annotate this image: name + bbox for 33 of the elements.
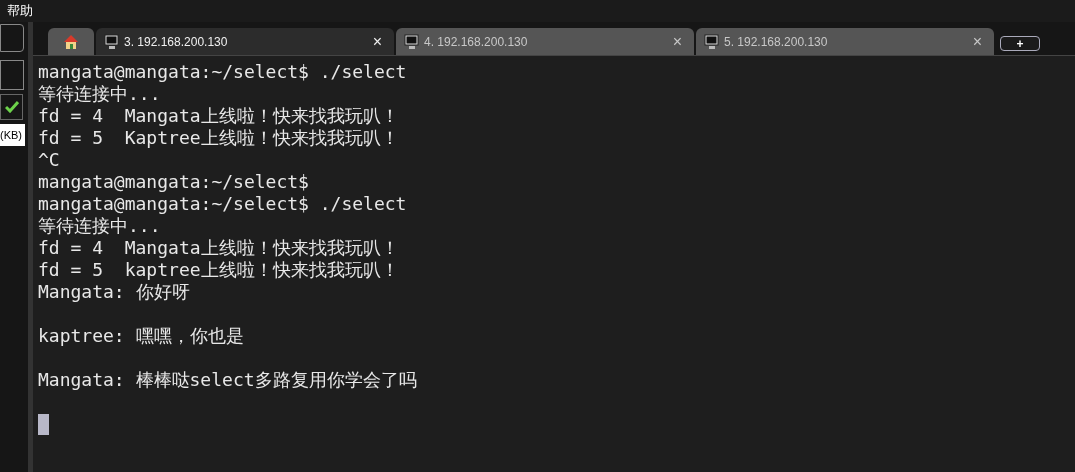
side-box [0, 24, 24, 52]
terminal-line: kaptree: 嘿嘿，你也是 [38, 325, 245, 347]
terminal-line: mangata@mangata:~/select$ [38, 171, 310, 193]
terminal-line: fd = 4 Mangata上线啦！快来找我玩叭！ [38, 237, 400, 259]
terminal-line: fd = 5 Kaptree上线啦！快来找我玩叭！ [38, 127, 400, 149]
terminal-monitor-icon [104, 33, 120, 50]
terminal-line: mangata@mangata:~/select$ ./select [38, 61, 408, 83]
terminal-line: Mangata: 棒棒哒select多路复用你学会了吗 [38, 369, 418, 391]
terminal-line: ^C [38, 149, 61, 171]
tab-close-button[interactable]: × [368, 33, 386, 50]
session-tab[interactable]: 3. 192.168.200.130 × [96, 28, 394, 55]
terminal-monitor-icon [704, 33, 720, 50]
terminal-monitor-icon [404, 33, 420, 50]
tab-title: 3. 192.168.200.130 [124, 33, 228, 51]
tab-title: 4. 192.168.200.130 [424, 33, 528, 51]
terminal-line: Mangata: 你好呀 [38, 281, 191, 303]
tab-title: 5. 192.168.200.130 [724, 33, 828, 51]
house-icon [63, 33, 79, 50]
new-tab-button[interactable]: + [1000, 36, 1040, 51]
session-tab[interactable]: 5. 192.168.200.130 × [696, 28, 994, 55]
home-tab[interactable] [48, 28, 94, 55]
terminal-line: fd = 4 Mangata上线啦！快来找我玩叭！ [38, 105, 400, 127]
text-cursor [38, 413, 49, 435]
size-label: (KB) [0, 124, 25, 146]
tab-close-button[interactable]: × [668, 33, 686, 50]
terminal-line: mangata@mangata:~/select$ ./select [38, 193, 408, 215]
session-tab[interactable]: 4. 192.168.200.130 × [396, 28, 694, 55]
menu-item[interactable]: 帮助 [7, 1, 33, 21]
side-box [0, 60, 24, 90]
terminal-line: 等待连接中... [38, 83, 162, 105]
tab-close-button[interactable]: × [968, 33, 986, 50]
terminal-line: fd = 5 kaptree上线啦！快来找我玩叭！ [38, 259, 400, 281]
terminal-line: 等待连接中... [38, 215, 162, 237]
